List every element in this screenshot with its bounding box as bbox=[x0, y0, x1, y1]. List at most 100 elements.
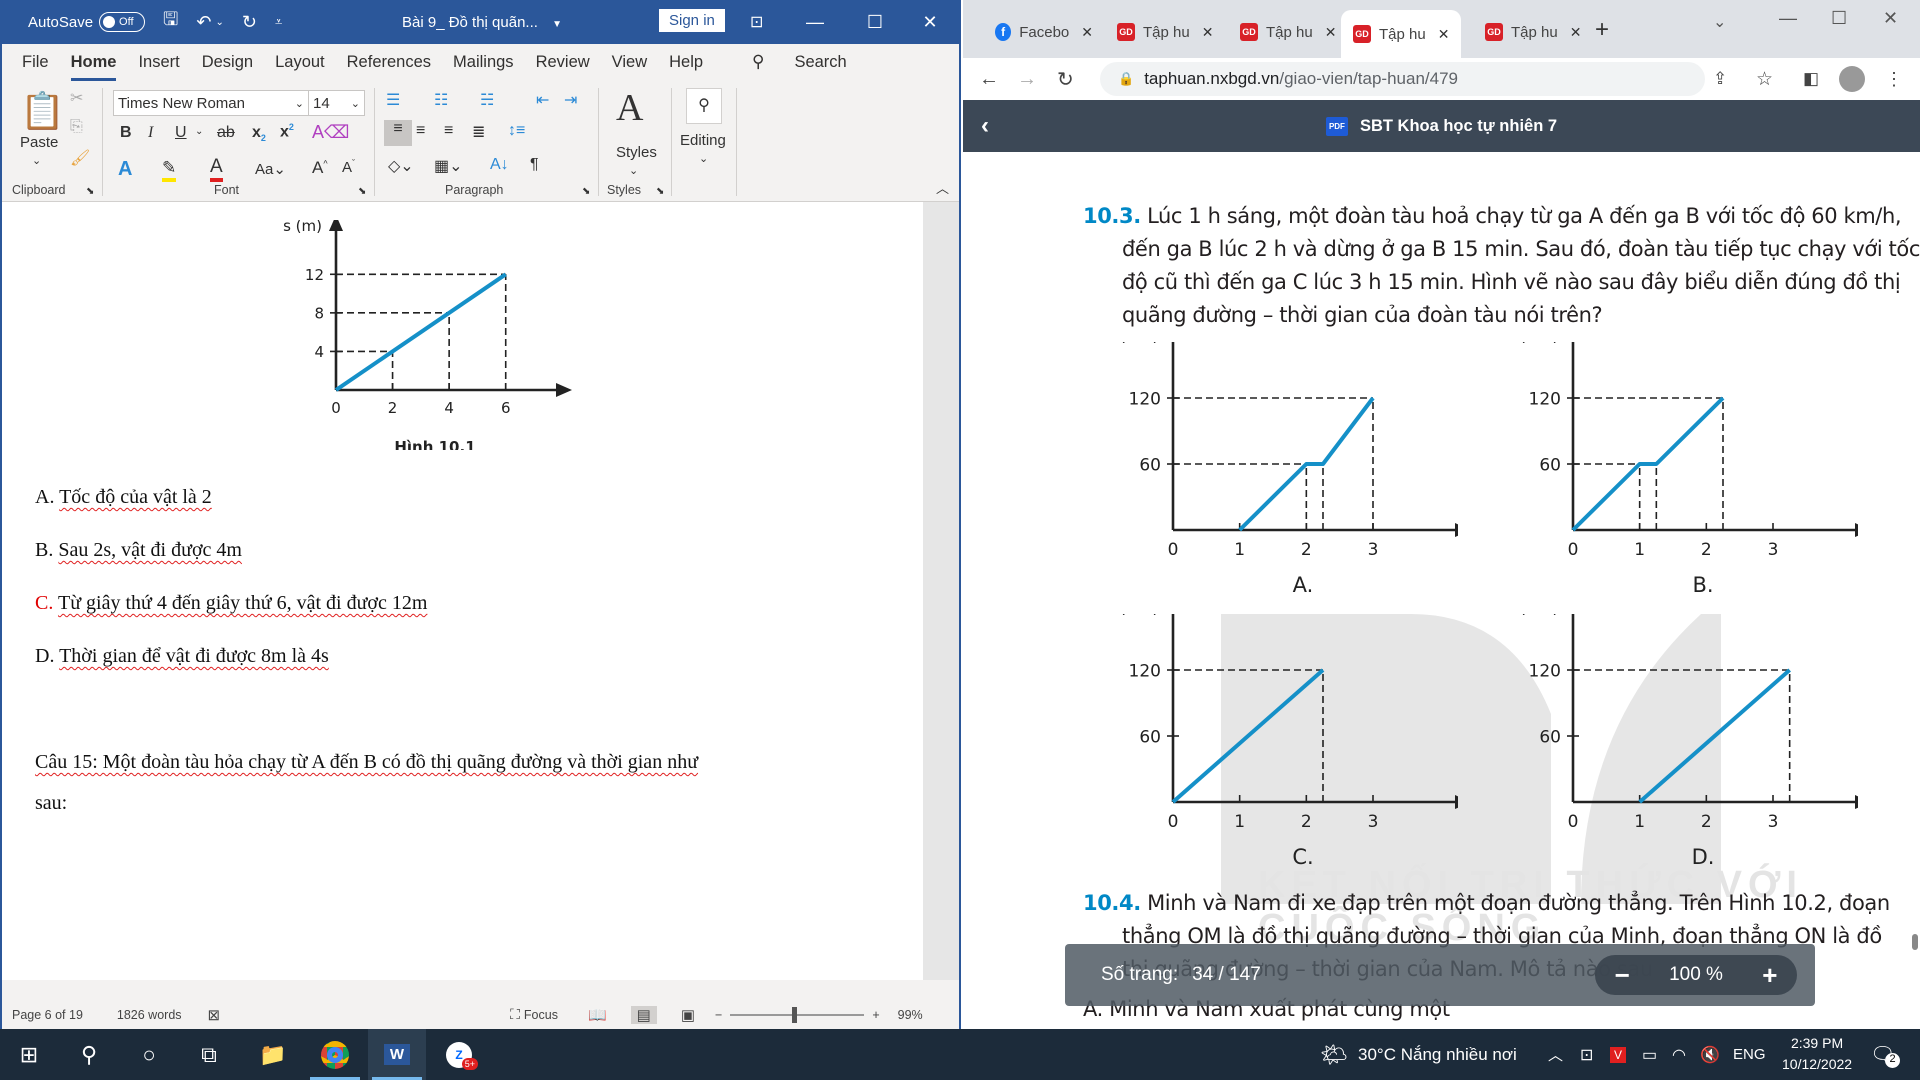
wifi-icon[interactable]: ◠ bbox=[1672, 1045, 1686, 1065]
borders-icon[interactable]: ▦⌄ bbox=[434, 156, 463, 176]
increase-indent-icon[interactable]: ⇥ bbox=[564, 90, 577, 110]
page-count[interactable]: Page 6 of 19 bbox=[12, 1008, 83, 1022]
file-explorer-icon[interactable]: 📁 bbox=[244, 1029, 302, 1080]
vertical-scrollbar[interactable] bbox=[923, 202, 959, 980]
close-tab-icon[interactable]: ✕ bbox=[1325, 24, 1337, 41]
tray-app-icon[interactable]: V bbox=[1610, 1046, 1627, 1063]
text-effects-icon[interactable]: A bbox=[118, 158, 132, 181]
multilevel-list-icon[interactable]: ☵ bbox=[480, 90, 494, 110]
bullets-icon[interactable]: ☰ bbox=[386, 90, 400, 110]
justify-icon[interactable]: ≣ bbox=[472, 122, 485, 142]
zoom-in-icon[interactable]: + bbox=[872, 1008, 879, 1022]
font-size-select[interactable]: 14 ⌄ bbox=[308, 90, 365, 116]
grow-font-icon[interactable]: A^ bbox=[312, 158, 328, 178]
autosave-toggle[interactable]: Off bbox=[99, 12, 146, 32]
sort-icon[interactable]: A↓ bbox=[490, 156, 509, 174]
font-name-select[interactable]: Times New Roman ⌄ bbox=[113, 90, 309, 116]
tab-review[interactable]: Review bbox=[536, 53, 590, 72]
editing-label[interactable]: Editing bbox=[680, 132, 726, 149]
weather-icon[interactable]: 🌤 bbox=[1320, 1042, 1348, 1068]
paste-label[interactable]: Paste bbox=[20, 134, 58, 151]
customize-qat-icon[interactable]: ⩡ bbox=[275, 14, 282, 30]
start-icon[interactable]: ⊞ bbox=[0, 1029, 58, 1080]
sign-in-button[interactable]: Sign in bbox=[659, 9, 725, 32]
word-count[interactable]: 1826 words bbox=[117, 1008, 182, 1022]
find-icon[interactable]: ⚲ bbox=[686, 88, 722, 124]
minimize-icon[interactable]: — bbox=[787, 0, 843, 44]
maximize-icon[interactable]: ☐ bbox=[847, 0, 903, 44]
bold-icon[interactable]: B bbox=[120, 124, 132, 142]
zoom-out-button[interactable]: − bbox=[1615, 960, 1630, 991]
align-center-icon[interactable]: ≡ bbox=[416, 122, 425, 140]
pdf-page[interactable]: KẾT NỐI TRI THỨC VỚI CUỘC SỐNG 10.3. Lúc… bbox=[963, 152, 1920, 1029]
close-icon[interactable]: ✕ bbox=[902, 0, 958, 44]
cut-icon[interactable]: ✂ bbox=[70, 88, 83, 108]
tab-design[interactable]: Design bbox=[202, 53, 253, 72]
maximize-icon[interactable]: ☐ bbox=[1831, 8, 1847, 29]
cortana-icon[interactable]: ○ bbox=[120, 1029, 178, 1080]
paste-icon[interactable]: 📋 bbox=[20, 90, 65, 132]
volume-icon[interactable]: 🔇 bbox=[1700, 1045, 1720, 1065]
browser-tab[interactable]: GD Tập hu ✕ bbox=[1228, 12, 1338, 52]
close-tab-icon[interactable]: ✕ bbox=[1202, 24, 1214, 41]
tab-mailings[interactable]: Mailings bbox=[453, 53, 514, 72]
proofing-icon[interactable]: ⊠ bbox=[208, 1006, 221, 1024]
read-mode-icon[interactable]: 📖 bbox=[588, 1006, 607, 1024]
paragraph-launcher-icon[interactable]: ⬊ bbox=[582, 186, 590, 197]
tab-insert[interactable]: Insert bbox=[138, 53, 179, 72]
zoom-level[interactable]: 99% bbox=[898, 1008, 923, 1022]
italic-icon[interactable]: I bbox=[148, 124, 153, 142]
close-tab-icon[interactable]: ✕ bbox=[1570, 24, 1582, 41]
word-taskbar-icon[interactable]: W bbox=[368, 1029, 426, 1080]
tab-search-icon[interactable]: ⌄ bbox=[1713, 12, 1726, 32]
styles-label[interactable]: Styles bbox=[616, 144, 657, 161]
browser-tab-active[interactable]: GD Tập hu ✕ bbox=[1341, 10, 1461, 58]
task-view-icon[interactable]: ⧉ bbox=[180, 1029, 238, 1080]
minimize-icon[interactable]: — bbox=[1779, 8, 1797, 29]
print-layout-icon[interactable]: ▤ bbox=[630, 1005, 657, 1024]
meet-icon[interactable]: ⊡ bbox=[1580, 1045, 1593, 1065]
browser-tab[interactable]: f Facebo ✕ bbox=[983, 12, 1093, 52]
back-icon[interactable]: ← bbox=[979, 68, 999, 91]
tab-file[interactable]: File bbox=[22, 53, 49, 72]
close-tab-icon[interactable]: ✕ bbox=[1438, 26, 1450, 43]
clear-formatting-icon[interactable]: A⌫ bbox=[312, 122, 349, 143]
font-color-icon[interactable]: A bbox=[210, 156, 223, 182]
format-painter-icon[interactable]: 🖌 bbox=[70, 148, 90, 168]
forward-icon[interactable]: → bbox=[1017, 68, 1037, 91]
tab-help[interactable]: Help bbox=[669, 53, 703, 72]
numbering-icon[interactable]: ☷ bbox=[434, 90, 448, 110]
search-box[interactable]: ⚲ Search bbox=[752, 52, 869, 72]
tab-references[interactable]: References bbox=[347, 53, 431, 72]
back-arrow-icon[interactable]: ‹ bbox=[981, 112, 989, 140]
close-tab-icon[interactable]: ✕ bbox=[1081, 24, 1093, 41]
font-launcher-icon[interactable]: ⬊ bbox=[358, 186, 366, 197]
styles-launcher-icon[interactable]: ⬊ bbox=[656, 186, 664, 197]
show-hidden-icons[interactable]: ︿ bbox=[1548, 1044, 1563, 1065]
decrease-indent-icon[interactable]: ⇤ bbox=[536, 90, 549, 110]
reload-icon[interactable]: ↻ bbox=[1057, 67, 1074, 92]
clock[interactable]: 2:39 PM 10/12/2022 bbox=[1782, 1033, 1852, 1075]
side-panel-icon[interactable]: ◧ bbox=[1803, 69, 1819, 89]
browser-tab[interactable]: GD Tập hu ✕ bbox=[1473, 12, 1583, 52]
undo-dropdown-icon[interactable]: ⌄ bbox=[215, 17, 223, 28]
save-icon[interactable]: 🖫 bbox=[163, 7, 178, 37]
shading-icon[interactable]: ◇⌄ bbox=[388, 156, 414, 176]
profile-avatar[interactable] bbox=[1839, 66, 1865, 92]
subscript-icon[interactable]: x2 bbox=[252, 124, 266, 143]
underline-dropdown-icon[interactable]: ⌄ bbox=[195, 126, 203, 137]
align-right-icon[interactable]: ≡ bbox=[444, 122, 453, 140]
zoom-slider-thumb[interactable] bbox=[792, 1006, 798, 1023]
line-spacing-icon[interactable]: ↕≡ bbox=[508, 122, 525, 140]
shrink-font-icon[interactable]: Aˇ bbox=[342, 158, 355, 176]
collapse-ribbon-icon[interactable]: ︿ bbox=[936, 178, 949, 197]
new-tab-icon[interactable]: + bbox=[1595, 16, 1609, 44]
editing-dropdown-icon[interactable]: ⌄ bbox=[699, 152, 708, 165]
pdf-scrollbar-thumb[interactable] bbox=[1912, 934, 1918, 950]
focus-label[interactable]: Focus bbox=[524, 1008, 558, 1022]
weather-text[interactable]: 30°C Nắng nhiều nơi bbox=[1358, 1045, 1517, 1065]
change-case-icon[interactable]: Aa⌄ bbox=[255, 160, 286, 178]
styles-icon[interactable]: A bbox=[616, 86, 643, 130]
battery-icon[interactable]: ▭ bbox=[1642, 1045, 1657, 1065]
chrome-taskbar-icon[interactable] bbox=[306, 1029, 364, 1080]
